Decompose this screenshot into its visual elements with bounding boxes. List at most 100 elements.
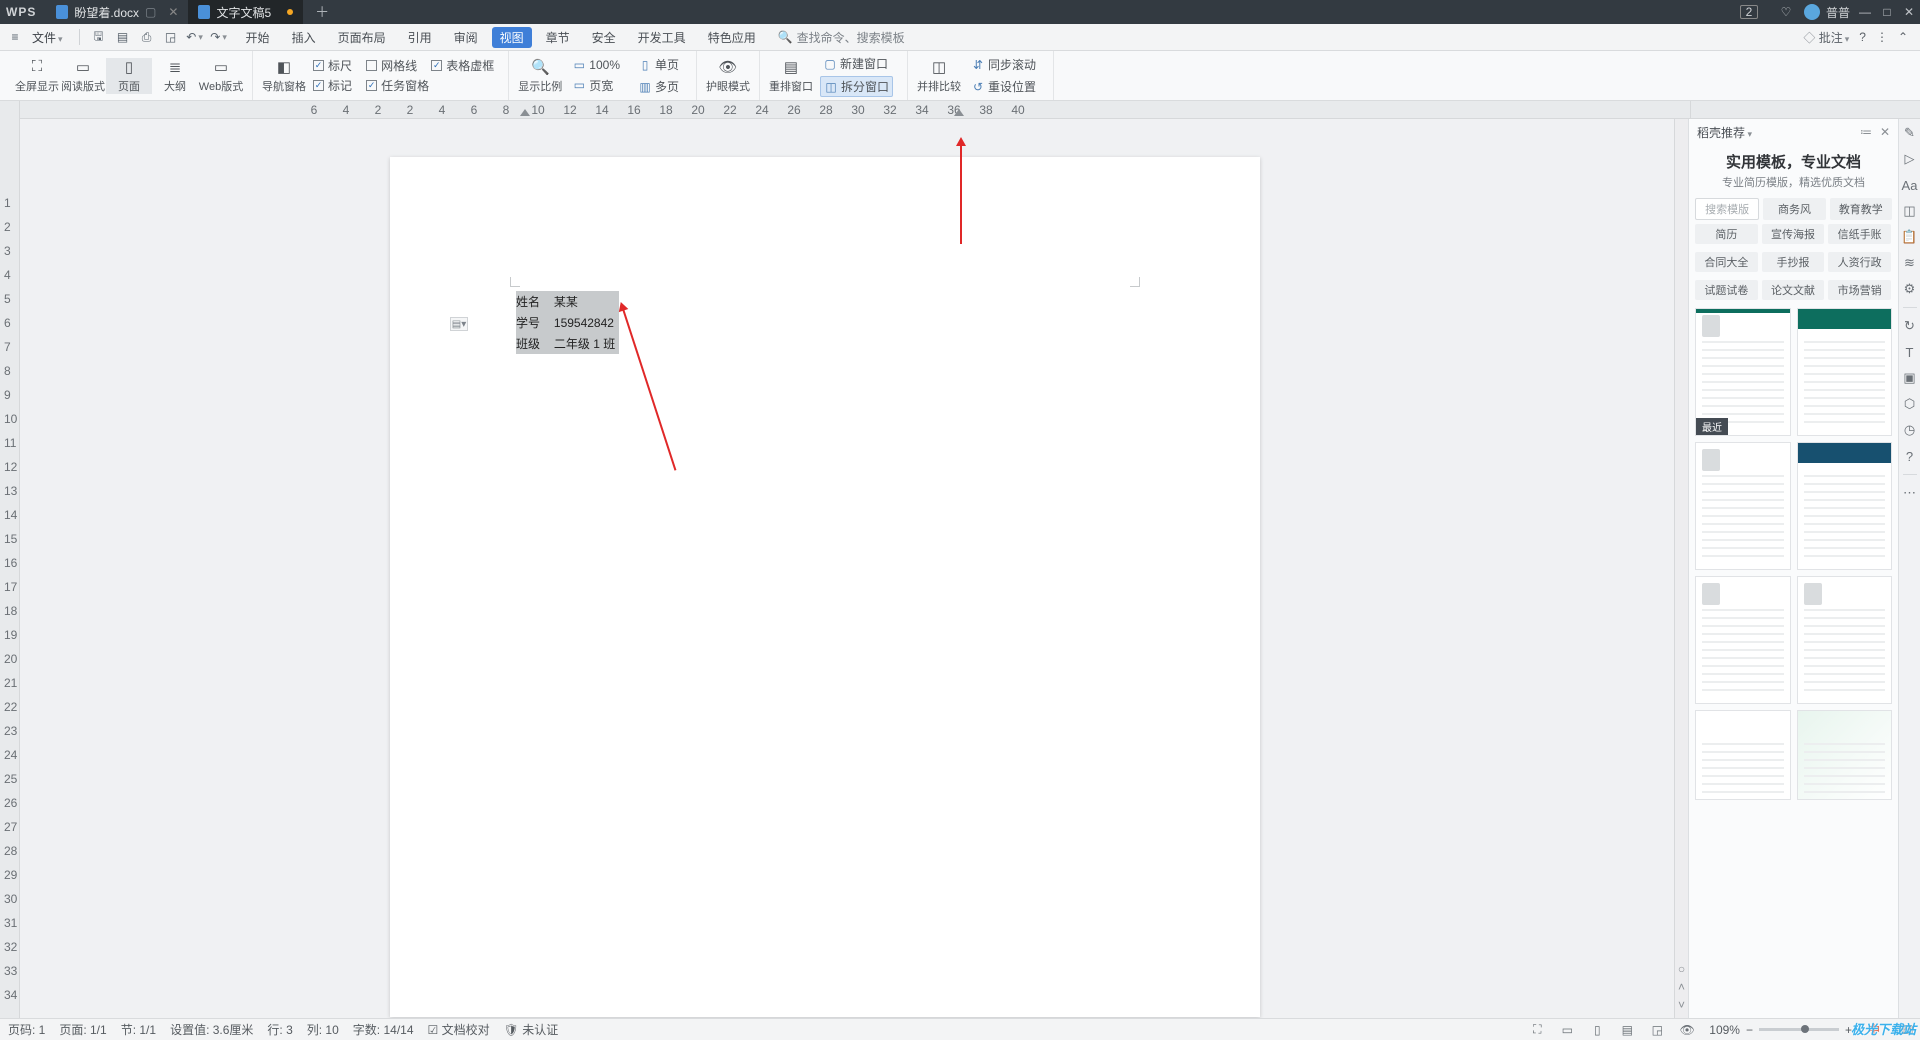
print-icon[interactable]: ⎙ — [138, 28, 156, 46]
view6-icon[interactable]: 👁 — [1679, 1023, 1695, 1037]
canvas[interactable]: ▤▾ 姓名 某某 学号 159542842 班级 二年级 1 班 — [20, 119, 1674, 1018]
annotate-button[interactable]: ◇ 批注 — [1803, 29, 1849, 46]
nav-up-icon[interactable]: ˄ — [1678, 980, 1685, 994]
ruler-checkbox[interactable] — [313, 60, 324, 71]
status-page[interactable]: 页面: 1/1 — [59, 1021, 106, 1038]
category-chip[interactable]: 市场营销 — [1828, 280, 1891, 300]
file-menu[interactable]: 文件 — [32, 29, 63, 46]
pane-settings-icon[interactable]: ≔ — [1860, 125, 1872, 139]
zoom-button[interactable]: 🔍显示比例 — [517, 58, 563, 94]
multi-page-button[interactable]: ▥多页 — [635, 77, 682, 96]
edit-icon[interactable]: ✎ — [1902, 125, 1918, 141]
tab-layout[interactable]: 页面布局 — [330, 27, 394, 48]
side-by-side-button[interactable]: ◫并排比较 — [916, 58, 962, 94]
undo-button[interactable]: ↶ — [186, 28, 204, 46]
gridlines-checkbox[interactable] — [366, 60, 377, 71]
tab-sections[interactable]: 章节 — [538, 27, 578, 48]
tab-start[interactable]: 开始 — [238, 27, 278, 48]
category-chip[interactable]: 合同大全 — [1695, 252, 1758, 272]
preview-icon[interactable]: ◲ — [162, 28, 180, 46]
globe-icon[interactable]: ◷ — [1902, 422, 1918, 438]
new-tab-button[interactable]: ＋ — [303, 2, 341, 22]
template-item[interactable] — [1797, 576, 1893, 704]
cloud-icon[interactable]: ⬡ — [1902, 396, 1918, 412]
view1-icon[interactable]: ⛶ — [1529, 1022, 1545, 1037]
reading-view-button[interactable]: ▭阅读版式 — [60, 58, 106, 94]
scrollbar[interactable]: ○ ˄ ˅ — [1674, 119, 1688, 1018]
tab-monitor-icon[interactable]: ▢ — [145, 5, 156, 19]
rearrange-button[interactable]: ▤重排窗口 — [768, 58, 814, 94]
nav-down-icon[interactable]: ˅ — [1678, 998, 1685, 1012]
nav-pane-button[interactable]: ◧导航窗格 — [261, 58, 307, 94]
shape-icon[interactable]: ◫ — [1902, 203, 1918, 219]
print-preview-icon[interactable]: ▤ — [114, 28, 132, 46]
template-item[interactable] — [1797, 442, 1893, 570]
tab-developer[interactable]: 开发工具 — [630, 27, 694, 48]
category-chip[interactable]: 信纸手账 — [1828, 224, 1891, 244]
status-auth[interactable]: 🛡 未认证 — [504, 1021, 559, 1038]
new-window-button[interactable]: ▢新建窗口 — [820, 54, 893, 73]
vip-icon[interactable]: ♡ — [1778, 5, 1794, 19]
fullscreen-button[interactable]: ⛶全屏显示 — [14, 58, 60, 94]
select-icon[interactable]: ▷ — [1902, 151, 1918, 167]
collapse-ribbon-icon[interactable]: ⌃ — [1898, 30, 1908, 44]
layers-icon[interactable]: ≋ — [1902, 255, 1918, 271]
template-search[interactable]: 搜索模版 — [1695, 198, 1759, 220]
category-chip[interactable]: 宣传海报 — [1762, 224, 1825, 244]
split-window-button[interactable]: ◫拆分窗口 — [820, 76, 893, 97]
chip-education[interactable]: 教育教学 — [1830, 198, 1892, 220]
tab-security[interactable]: 安全 — [584, 27, 624, 48]
tablegrid-checkbox[interactable] — [431, 60, 442, 71]
maximize-button[interactable]: □ — [1876, 5, 1898, 19]
chip-business[interactable]: 商务风 — [1763, 198, 1825, 220]
page-width-button[interactable]: ▭页宽 — [569, 76, 623, 95]
help-icon[interactable]: ? — [1859, 30, 1866, 44]
tab-insert[interactable]: 插入 — [284, 27, 324, 48]
zoom-control[interactable]: 109% − + — [1709, 1023, 1852, 1037]
pane-close-icon[interactable]: ✕ — [1880, 125, 1890, 139]
image-icon[interactable]: ▣ — [1902, 370, 1918, 386]
ruler-horizontal[interactable]: 642246810121416182022242628303234363840 — [20, 101, 1690, 118]
status-words[interactable]: 字数: 14/14 — [353, 1021, 414, 1038]
category-chip[interactable]: 简历 — [1695, 224, 1758, 244]
close-button[interactable]: ✕ — [1898, 5, 1920, 19]
minimize-button[interactable]: — — [1854, 5, 1876, 19]
style-icon[interactable]: Aa — [1902, 177, 1918, 193]
outline-view-button[interactable]: ≣大纲 — [152, 58, 198, 94]
nav-circle-icon[interactable]: ○ — [1678, 962, 1685, 976]
status-pageno[interactable]: 页码: 1 — [8, 1021, 45, 1038]
ruler-vertical[interactable]: 1234567891011121314151617181920212223242… — [0, 119, 20, 1018]
reload-icon[interactable]: ↻ — [1902, 318, 1918, 334]
markup-checkbox[interactable] — [313, 80, 324, 91]
pane-title[interactable]: 稻壳推荐 — [1697, 124, 1752, 141]
category-chip[interactable]: 论文文献 — [1762, 280, 1825, 300]
category-chip[interactable]: 手抄报 — [1762, 252, 1825, 272]
tab-references[interactable]: 引用 — [400, 27, 440, 48]
eye-care-button[interactable]: 👁护眼模式 — [705, 58, 751, 94]
settings-icon[interactable]: ⚙ — [1902, 281, 1918, 297]
template-item[interactable] — [1695, 710, 1791, 800]
more2-icon[interactable]: ⋯ — [1902, 485, 1918, 501]
redo-button[interactable]: ↷ — [210, 28, 228, 46]
zoom-slider[interactable] — [1759, 1028, 1839, 1031]
hamburger-icon[interactable]: ≡ — [6, 28, 24, 46]
tab-view[interactable]: 视图 — [492, 27, 532, 48]
single-page-button[interactable]: ▯单页 — [635, 55, 682, 74]
doc-tab-0[interactable]: 盼望着.docx ▢ ✕ — [46, 0, 188, 24]
view5-icon[interactable]: ◲ — [1649, 1023, 1665, 1037]
save-icon[interactable]: 🖫 — [90, 28, 108, 46]
page-view-button[interactable]: ▯页面 — [106, 58, 152, 94]
paragraph-handle[interactable]: ▤▾ — [450, 317, 468, 331]
clipboard-icon[interactable]: 📋 — [1902, 229, 1918, 245]
template-item[interactable] — [1797, 308, 1893, 436]
zoom-out-icon[interactable]: − — [1746, 1023, 1753, 1037]
tab-review[interactable]: 审阅 — [446, 27, 486, 48]
user-menu[interactable]: 普普 — [1804, 4, 1850, 21]
more-icon[interactable]: ⋮ — [1876, 30, 1888, 44]
help2-icon[interactable]: ? — [1902, 448, 1918, 464]
notification-badge[interactable]: 2 — [1740, 5, 1758, 19]
category-chip[interactable]: 试题试卷 — [1695, 280, 1758, 300]
tab-special[interactable]: 特色应用 — [700, 27, 764, 48]
doc-tab-1[interactable]: 文字文稿5 — [188, 0, 303, 24]
view4-icon[interactable]: ▤ — [1619, 1023, 1635, 1037]
